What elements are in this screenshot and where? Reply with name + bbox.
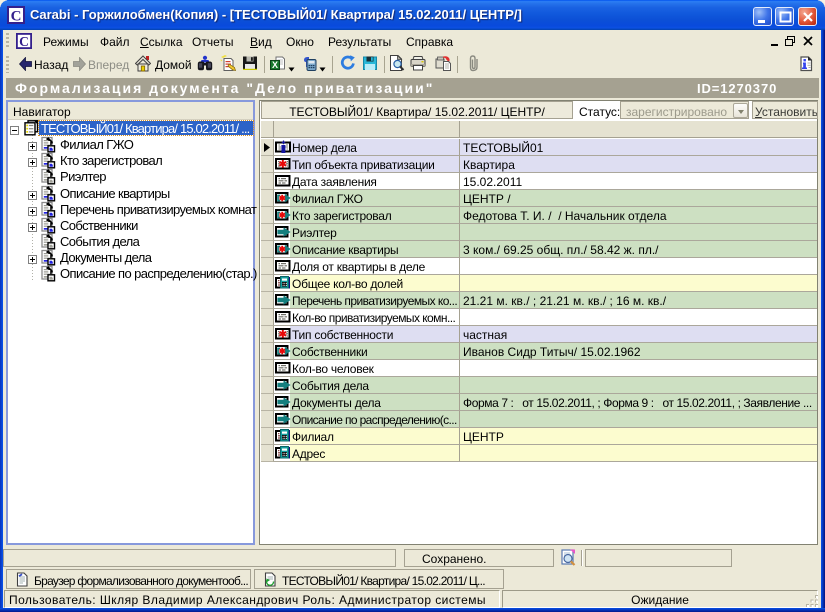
svg-text:C: C — [11, 9, 22, 25]
svg-text:X: X — [272, 60, 278, 70]
svg-text:C: C — [19, 34, 29, 49]
